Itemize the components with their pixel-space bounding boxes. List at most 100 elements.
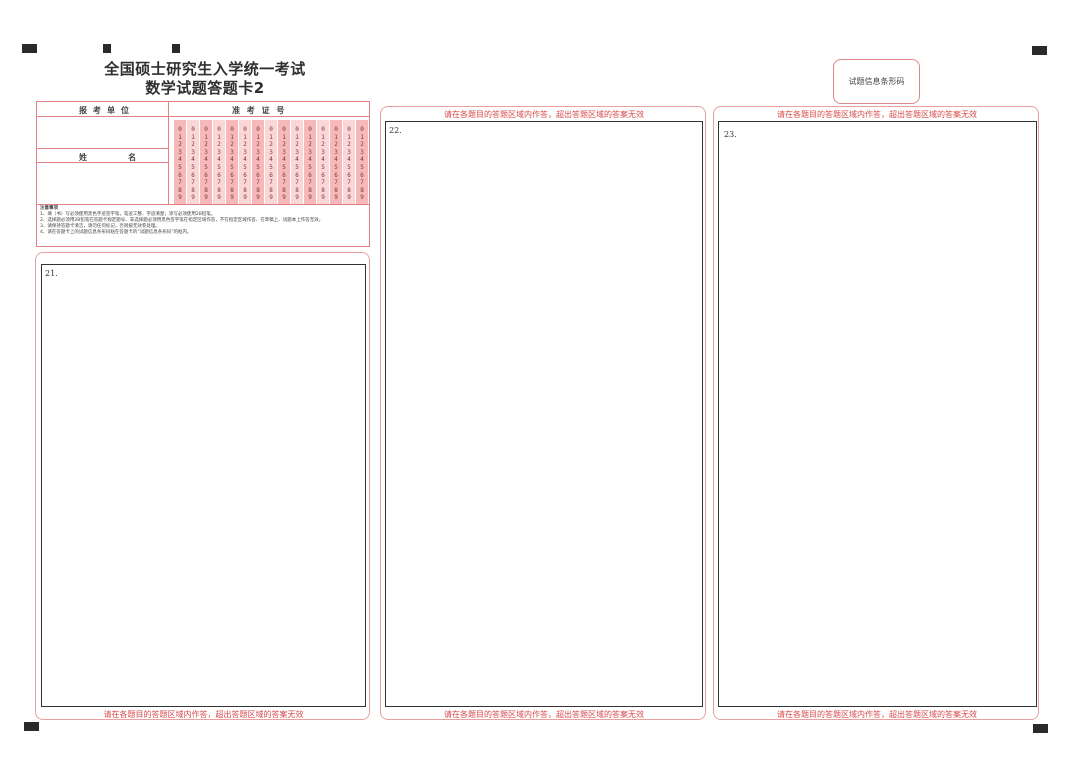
digit-bubble[interactable]: 0 [347, 126, 351, 134]
digit-bubble[interactable]: 1 [321, 134, 325, 142]
digit-bubble[interactable]: 9 [256, 194, 260, 202]
digit-bubble[interactable]: 8 [360, 187, 364, 195]
exam-number-column[interactable]: 0123456789 [304, 120, 316, 204]
digit-bubble[interactable]: 6 [269, 172, 273, 180]
digit-bubble[interactable]: 6 [334, 172, 338, 180]
answer-area-21[interactable]: 21. [41, 264, 366, 707]
digit-bubble[interactable]: 6 [230, 172, 234, 180]
digit-bubble[interactable]: 9 [243, 194, 247, 202]
digit-bubble[interactable]: 6 [204, 172, 208, 180]
digit-bubble[interactable]: 3 [191, 149, 195, 157]
digit-bubble[interactable]: 4 [360, 156, 364, 164]
digit-bubble[interactable]: 7 [295, 179, 299, 187]
exam-number-column[interactable]: 0123456789 [252, 120, 264, 204]
digit-bubble[interactable]: 4 [178, 156, 182, 164]
digit-bubble[interactable]: 1 [178, 134, 182, 142]
digit-bubble[interactable]: 3 [243, 149, 247, 157]
exam-number-column[interactable]: 0123456789 [278, 120, 290, 204]
digit-bubble[interactable]: 0 [295, 126, 299, 134]
exam-number-column[interactable]: 0123456789 [239, 120, 251, 204]
digit-bubble[interactable]: 8 [269, 187, 273, 195]
digit-bubble[interactable]: 1 [230, 134, 234, 142]
digit-bubble[interactable]: 7 [230, 179, 234, 187]
digit-bubble[interactable]: 4 [269, 156, 273, 164]
digit-bubble[interactable]: 7 [191, 179, 195, 187]
digit-bubble[interactable]: 4 [308, 156, 312, 164]
digit-bubble[interactable]: 8 [230, 187, 234, 195]
digit-bubble[interactable]: 1 [347, 134, 351, 142]
digit-bubble[interactable]: 7 [204, 179, 208, 187]
digit-bubble[interactable]: 5 [321, 164, 325, 172]
digit-bubble[interactable]: 5 [230, 164, 234, 172]
digit-bubble[interactable]: 1 [269, 134, 273, 142]
exam-number-column[interactable]: 0123456789 [317, 120, 329, 204]
digit-bubble[interactable]: 2 [217, 141, 221, 149]
exam-number-column[interactable]: 0123456789 [291, 120, 303, 204]
digit-bubble[interactable]: 2 [282, 141, 286, 149]
digit-bubble[interactable]: 9 [230, 194, 234, 202]
digit-bubble[interactable]: 6 [243, 172, 247, 180]
digit-bubble[interactable]: 1 [360, 134, 364, 142]
digit-bubble[interactable]: 9 [178, 194, 182, 202]
digit-bubble[interactable]: 8 [321, 187, 325, 195]
digit-bubble[interactable]: 8 [191, 187, 195, 195]
digit-bubble[interactable]: 8 [204, 187, 208, 195]
digit-bubble[interactable]: 5 [347, 164, 351, 172]
digit-bubble[interactable]: 3 [334, 149, 338, 157]
digit-bubble[interactable]: 2 [321, 141, 325, 149]
digit-bubble[interactable]: 9 [204, 194, 208, 202]
digit-bubble[interactable]: 3 [230, 149, 234, 157]
digit-bubble[interactable]: 3 [178, 149, 182, 157]
digit-bubble[interactable]: 3 [308, 149, 312, 157]
digit-bubble[interactable]: 6 [217, 172, 221, 180]
digit-bubble[interactable]: 9 [308, 194, 312, 202]
digit-bubble[interactable]: 1 [217, 134, 221, 142]
digit-bubble[interactable]: 7 [282, 179, 286, 187]
digit-bubble[interactable]: 3 [204, 149, 208, 157]
digit-bubble[interactable]: 6 [360, 172, 364, 180]
digit-bubble[interactable]: 9 [334, 194, 338, 202]
exam-number-column[interactable]: 0123456789 [330, 120, 342, 204]
digit-bubble[interactable]: 7 [217, 179, 221, 187]
digit-bubble[interactable]: 9 [347, 194, 351, 202]
digit-bubble[interactable]: 9 [282, 194, 286, 202]
digit-bubble[interactable]: 1 [334, 134, 338, 142]
digit-bubble[interactable]: 7 [360, 179, 364, 187]
digit-bubble[interactable]: 5 [243, 164, 247, 172]
digit-bubble[interactable]: 5 [360, 164, 364, 172]
digit-bubble[interactable]: 1 [295, 134, 299, 142]
digit-bubble[interactable]: 0 [191, 126, 195, 134]
digit-bubble[interactable]: 4 [191, 156, 195, 164]
digit-bubble[interactable]: 0 [204, 126, 208, 134]
digit-bubble[interactable]: 0 [217, 126, 221, 134]
digit-bubble[interactable]: 9 [269, 194, 273, 202]
digit-bubble[interactable]: 7 [256, 179, 260, 187]
digit-bubble[interactable]: 8 [347, 187, 351, 195]
digit-bubble[interactable]: 8 [308, 187, 312, 195]
digit-bubble[interactable]: 0 [256, 126, 260, 134]
exam-number-column[interactable]: 0123456789 [200, 120, 212, 204]
name-field[interactable] [37, 163, 168, 204]
digit-bubble[interactable]: 4 [204, 156, 208, 164]
digit-bubble[interactable]: 2 [243, 141, 247, 149]
digit-bubble[interactable]: 8 [282, 187, 286, 195]
exam-number-column[interactable]: 0123456789 [187, 120, 199, 204]
digit-bubble[interactable]: 5 [217, 164, 221, 172]
digit-bubble[interactable]: 7 [347, 179, 351, 187]
digit-bubble[interactable]: 4 [230, 156, 234, 164]
exam-number-column[interactable]: 0123456789 [213, 120, 225, 204]
digit-bubble[interactable]: 7 [308, 179, 312, 187]
digit-bubble[interactable]: 4 [347, 156, 351, 164]
digit-bubble[interactable]: 5 [282, 164, 286, 172]
digit-bubble[interactable]: 0 [321, 126, 325, 134]
digit-bubble[interactable]: 5 [256, 164, 260, 172]
digit-bubble[interactable]: 6 [256, 172, 260, 180]
digit-bubble[interactable]: 2 [204, 141, 208, 149]
digit-bubble[interactable]: 5 [204, 164, 208, 172]
digit-bubble[interactable]: 7 [321, 179, 325, 187]
digit-bubble[interactable]: 1 [243, 134, 247, 142]
digit-bubble[interactable]: 0 [334, 126, 338, 134]
digit-bubble[interactable]: 4 [321, 156, 325, 164]
digit-bubble[interactable]: 2 [230, 141, 234, 149]
digit-bubble[interactable]: 0 [360, 126, 364, 134]
